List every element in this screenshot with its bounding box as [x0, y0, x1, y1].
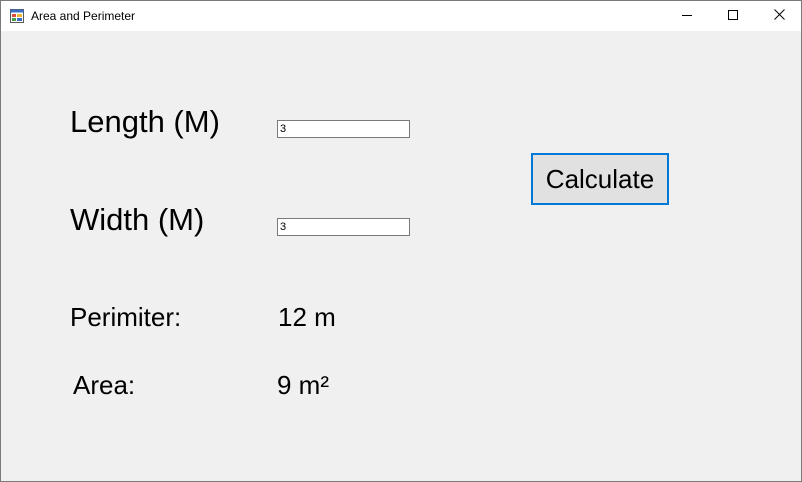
length-label: Length (M)	[70, 104, 220, 139]
app-icon[interactable]	[10, 9, 24, 23]
window-title: Area and Perimeter	[31, 9, 136, 23]
app-window: Area and Perimeter Length (M) Width (M)	[0, 0, 802, 482]
close-button[interactable]	[756, 1, 802, 31]
width-label: Width (M)	[70, 202, 205, 237]
minimize-icon	[682, 7, 692, 25]
calculate-button-label: Calculate	[545, 163, 655, 194]
perimeter-value: 12 m	[278, 302, 336, 332]
form-client-area: Length (M) Width (M) Calculate Perimiter…	[1, 31, 801, 481]
length-input[interactable]	[277, 120, 410, 138]
title-bar[interactable]: Area and Perimeter	[1, 1, 801, 31]
maximize-button[interactable]	[710, 1, 756, 31]
minimize-button[interactable]	[664, 1, 710, 31]
area-value: 9 m²	[277, 370, 329, 400]
calculate-button[interactable]: Calculate	[531, 153, 669, 205]
close-icon	[773, 7, 785, 25]
maximize-icon	[728, 7, 738, 25]
perimeter-label: Perimiter:	[70, 302, 182, 332]
width-input[interactable]	[277, 218, 410, 236]
area-label: Area:	[73, 370, 136, 400]
